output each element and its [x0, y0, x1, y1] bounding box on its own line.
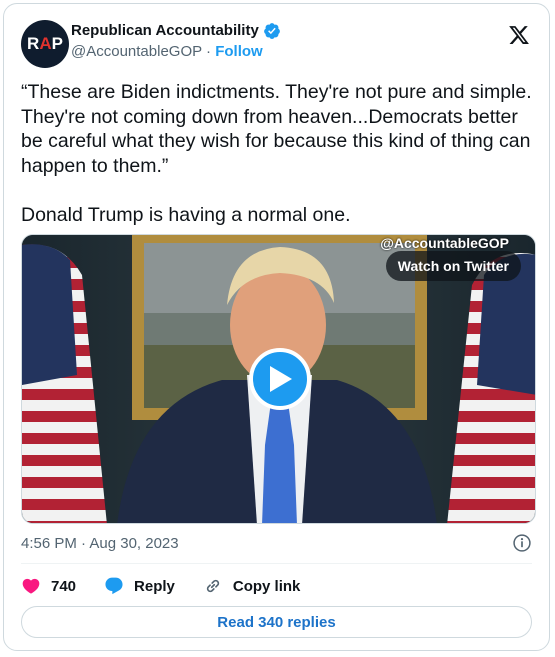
- follow-button[interactable]: Follow: [215, 43, 263, 60]
- info-icon[interactable]: [512, 533, 532, 553]
- likes-count: 740: [51, 577, 77, 595]
- watch-on-twitter-button[interactable]: Watch on Twitter: [385, 251, 521, 281]
- display-name[interactable]: Republican Accountability: [71, 21, 259, 41]
- copy-link-button[interactable]: Copy link: [203, 576, 301, 596]
- tweet-header: RAP Republican Accountability @Accountab…: [21, 20, 532, 70]
- copy-link-label: Copy link: [232, 577, 301, 595]
- avatar-letter-a: A: [39, 34, 52, 53]
- video-watermark: @AccountableGOP: [380, 235, 509, 251]
- reply-label: Reply: [134, 577, 175, 595]
- tweet-card: RAP Republican Accountability @Accountab…: [3, 3, 550, 651]
- tweet-timestamp[interactable]: 4:56 PM · Aug 30, 2023: [21, 535, 179, 552]
- x-logo-icon[interactable]: [508, 24, 530, 46]
- video-player[interactable]: @AccountableGOP Watch on Twitter: [21, 234, 536, 524]
- tweet-actions: 740 Reply Copy link: [21, 574, 328, 598]
- reply-button[interactable]: Reply: [104, 576, 175, 596]
- display-name-row[interactable]: Republican Accountability: [71, 21, 281, 41]
- play-icon: [270, 366, 292, 392]
- avatar-letter-p: P: [51, 34, 63, 53]
- avatar[interactable]: RAP: [21, 20, 69, 68]
- divider: [21, 563, 532, 564]
- tweet-text: “These are Biden indictments. They're no…: [21, 81, 532, 226]
- handle[interactable]: @AccountableGOP: [71, 43, 202, 60]
- handle-separator: ·: [201, 43, 216, 60]
- avatar-letter-r: R: [27, 34, 40, 53]
- play-button[interactable]: [249, 348, 311, 410]
- verified-badge-icon: [263, 23, 280, 39]
- read-replies-button[interactable]: Read 340 replies: [21, 606, 532, 638]
- reply-bubble-icon: [105, 577, 123, 595]
- handle-row: @AccountableGOP · Follow: [71, 42, 281, 62]
- link-icon: [206, 579, 220, 593]
- like-button[interactable]: 740: [21, 576, 76, 596]
- heart-icon: [22, 578, 40, 594]
- account-names: Republican Accountability @AccountableGO…: [71, 21, 281, 62]
